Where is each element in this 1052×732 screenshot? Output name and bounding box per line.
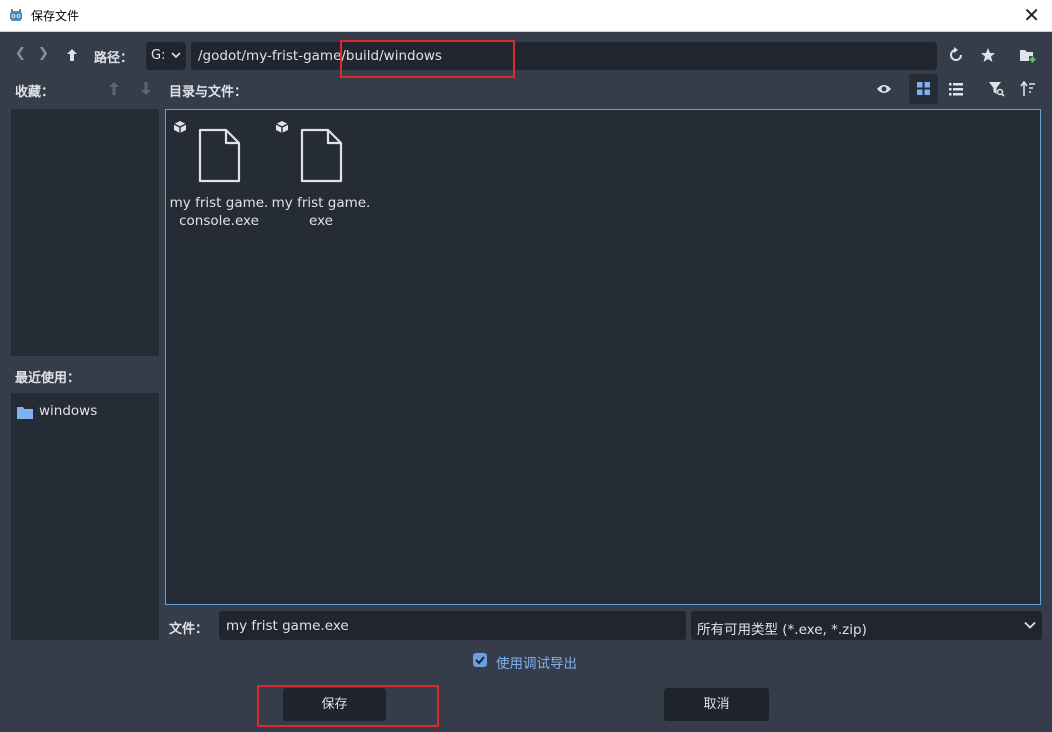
highlight-box-save [257, 685, 439, 727]
package-icon [275, 121, 289, 133]
save-file-dialog: ❮ ❯ 路径： G: /godot/my-frist-game/build/wi… [0, 32, 1052, 732]
up-arrow-icon[interactable] [66, 48, 78, 62]
filter-search-icon[interactable] [988, 81, 1005, 97]
file-name-line1: my frist game. [271, 195, 371, 211]
files-grid[interactable]: my frist game. console.exe my frist game… [165, 109, 1041, 605]
highlight-box-path [340, 40, 515, 78]
drive-value: G: [151, 48, 166, 63]
file-type-select[interactable]: 所有可用类型 (*.exe, *.zip) [691, 611, 1042, 640]
grid-view-icon [917, 82, 930, 95]
favorites-list[interactable] [11, 109, 159, 356]
recent-header-bar: 最近使用： [11, 357, 159, 392]
filename-field[interactable] [219, 611, 686, 640]
favorites-header: 收藏： [15, 85, 55, 100]
sort-icon[interactable] [1020, 81, 1036, 97]
grid-view-button[interactable] [909, 74, 938, 104]
window-title: 保存文件 [31, 9, 80, 23]
folder-icon [17, 407, 33, 419]
path-label: 路径： [94, 51, 134, 66]
file-name: my frist game. exe [269, 194, 373, 230]
file-name-line2: exe [309, 213, 333, 229]
debug-export-checkbox[interactable] [473, 653, 487, 667]
refresh-icon[interactable] [948, 47, 964, 63]
file-type-value: 所有可用类型 (*.exe, *.zip) [697, 622, 867, 638]
show-hidden-eye-icon[interactable] [876, 83, 892, 95]
chevron-down-icon [171, 52, 181, 59]
checkmark-icon [475, 656, 485, 665]
close-icon[interactable]: ✕ [1023, 3, 1040, 27]
file-item[interactable]: my frist game. exe [269, 110, 373, 230]
move-up-favorite-icon[interactable] [108, 81, 120, 96]
forward-icon[interactable]: ❯ [38, 46, 49, 61]
package-icon [173, 121, 187, 133]
new-folder-icon[interactable] [1019, 47, 1037, 63]
file-document-icon [300, 128, 343, 183]
file-name-line2: console.exe [179, 213, 259, 229]
recent-list[interactable]: windows [11, 393, 159, 640]
filename-input[interactable] [219, 611, 686, 640]
file-item[interactable]: my frist game. console.exe [167, 110, 271, 230]
move-down-favorite-icon[interactable] [140, 81, 152, 96]
title-bar: 保存文件 ✕ [0, 0, 1052, 32]
cancel-button[interactable]: 取消 [664, 688, 769, 721]
star-favorite-icon[interactable] [980, 47, 996, 63]
file-document-icon [198, 128, 241, 183]
godot-app-icon [10, 9, 22, 21]
debug-export-label: 使用调试导出 [496, 656, 577, 672]
recent-header: 最近使用： [15, 371, 81, 386]
file-name-line1: my frist game. [169, 195, 269, 211]
list-view-icon[interactable] [949, 83, 963, 96]
back-icon[interactable]: ❮ [15, 46, 26, 61]
drive-select[interactable]: G: [146, 42, 186, 70]
path-input[interactable]: /godot/my-frist-game/build/windows [191, 42, 937, 70]
file-label: 文件： [169, 622, 209, 637]
recent-item-label: windows [39, 403, 98, 419]
files-header: 目录与文件： [169, 85, 248, 100]
chevron-down-icon [1024, 621, 1036, 629]
file-name: my frist game. console.exe [167, 194, 271, 230]
